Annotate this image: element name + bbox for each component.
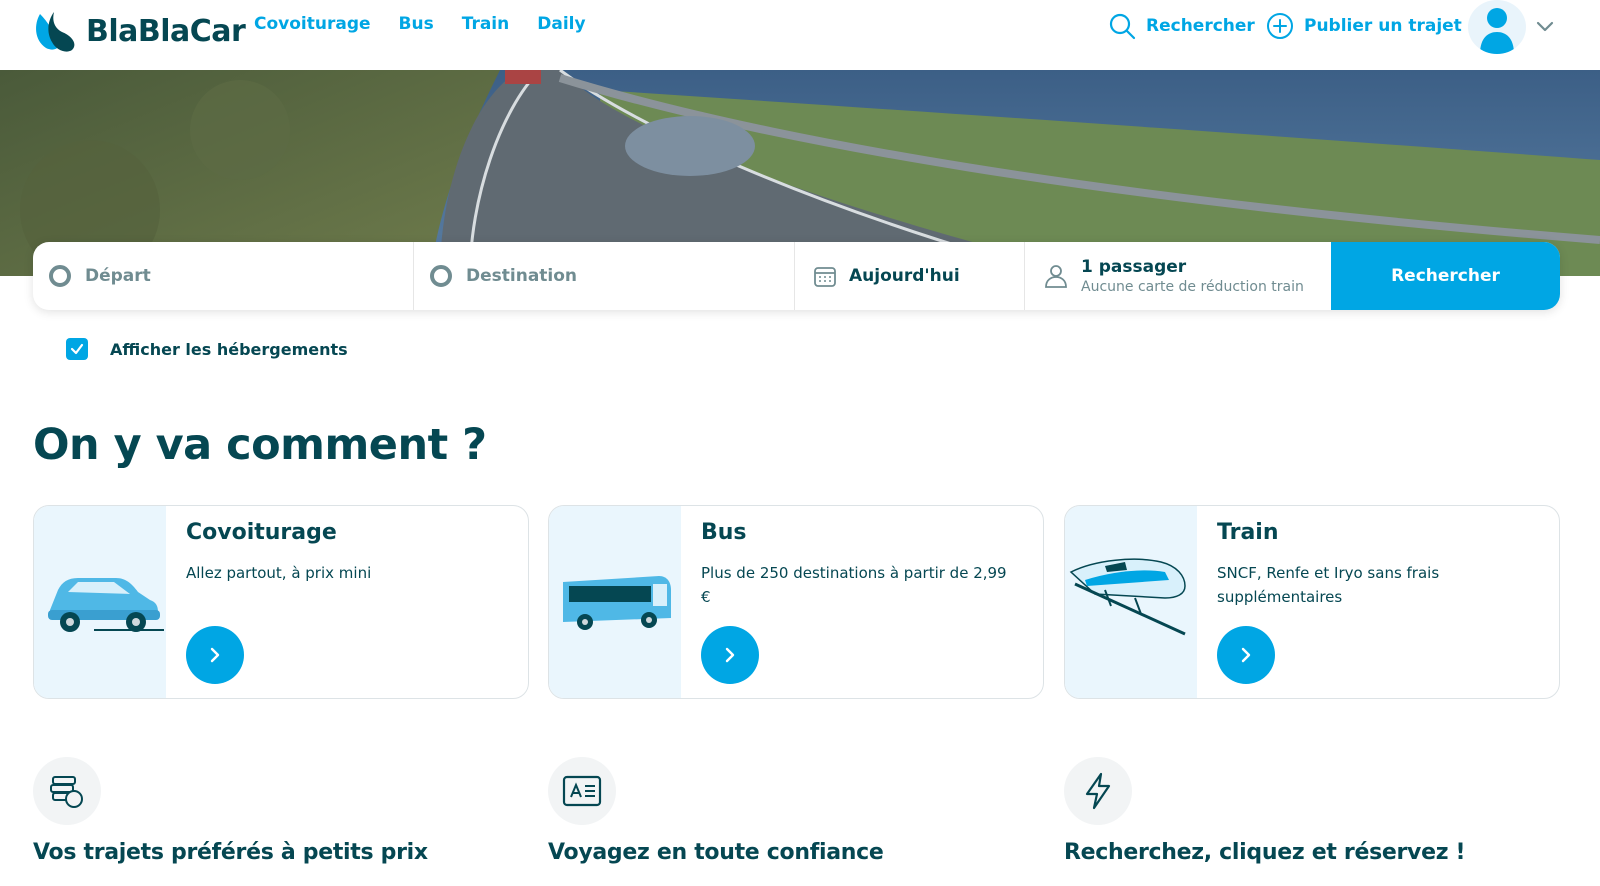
page-title: On y va comment ? xyxy=(33,420,487,470)
lodging-checkbox[interactable] xyxy=(66,338,88,360)
logo[interactable]: BlaBlaCar xyxy=(32,6,246,56)
nav-train[interactable]: Train xyxy=(462,14,510,34)
chevron-right-icon xyxy=(1241,647,1251,663)
show-lodging-toggle[interactable]: Afficher les hébergements xyxy=(66,338,348,360)
card-arrow-button[interactable] xyxy=(701,626,759,684)
card-arrow-button[interactable] xyxy=(186,626,244,684)
passenger-field[interactable]: 1 passager Aucune carte de réduction tra… xyxy=(1025,242,1331,310)
departure-input[interactable]: Départ xyxy=(85,266,151,286)
card-arrow-button[interactable] xyxy=(1217,626,1275,684)
lightning-icon xyxy=(1085,772,1111,810)
card-bus[interactable]: Bus Plus de 250 destinations à partir de… xyxy=(548,505,1044,699)
feature-title: Recherchez, cliquez et réservez ! xyxy=(1064,840,1466,865)
train-icon xyxy=(1069,558,1186,636)
header-search-label: Rechercher xyxy=(1146,16,1255,36)
date-field[interactable]: Aujourd'hui xyxy=(795,242,1025,310)
blablacar-logo-icon xyxy=(36,12,75,52)
destination-ring-icon xyxy=(430,265,452,287)
nav-covoiturage[interactable]: Covoiturage xyxy=(254,14,371,34)
date-value: Aujourd'hui xyxy=(849,266,960,286)
calendar-icon xyxy=(814,267,836,287)
card-image xyxy=(549,506,681,698)
search-bar: Départ Destination Aujourd'hui 1 passage… xyxy=(33,242,1560,310)
card-image xyxy=(1065,506,1197,698)
car-icon xyxy=(48,578,164,632)
card-description: SNCF, Renfe et Iryo sans frais supplémen… xyxy=(1217,564,1440,606)
passenger-count: 1 passager xyxy=(1081,257,1187,277)
destination-input[interactable]: Destination xyxy=(466,266,577,286)
publish-ride-label: Publier un trajet xyxy=(1304,16,1462,36)
lodging-label: Afficher les hébergements xyxy=(110,339,348,359)
brand-name: BlaBlaCar xyxy=(86,13,246,49)
feature-icon-wrap xyxy=(548,757,616,825)
departure-field[interactable]: Départ xyxy=(33,242,414,310)
avatar[interactable] xyxy=(1468,0,1526,54)
destination-field[interactable]: Destination xyxy=(414,242,795,310)
header: BlaBlaCar Covoiturage Bus Train Daily Re… xyxy=(0,0,1600,70)
check-icon xyxy=(70,343,84,355)
chevron-right-icon xyxy=(210,647,220,663)
feature-icon-wrap xyxy=(33,757,101,825)
card-train[interactable]: Train SNCF, Renfe et Iryo sans frais sup… xyxy=(1064,505,1560,699)
nav-daily[interactable]: Daily xyxy=(537,14,585,34)
header-search-button[interactable]: Rechercher xyxy=(1108,12,1255,40)
card-title: Covoiturage xyxy=(186,520,337,545)
departure-ring-icon xyxy=(49,265,71,287)
card-description: Plus de 250 destinations à partir de 2,9… xyxy=(701,564,1007,606)
user-avatar-icon xyxy=(1480,8,1514,54)
main-nav: Covoiturage Bus Train Daily xyxy=(254,14,586,34)
search-submit-button[interactable]: Rechercher xyxy=(1331,242,1560,310)
person-icon xyxy=(1045,265,1067,288)
id-card-icon xyxy=(562,775,602,807)
coins-icon xyxy=(50,776,83,808)
publish-ride-button[interactable]: Publier un trajet xyxy=(1266,12,1462,40)
card-image xyxy=(34,506,166,698)
chevron-right-icon xyxy=(725,647,735,663)
search-icon xyxy=(1109,13,1136,40)
card-title: Train xyxy=(1217,520,1279,545)
feature-title: Vos trajets préférés à petits prix xyxy=(33,840,428,865)
feature-icon-wrap xyxy=(1064,757,1132,825)
bus-icon xyxy=(563,576,671,630)
card-description: Allez partout, à prix mini xyxy=(186,564,372,582)
plus-circle-icon xyxy=(1267,13,1293,39)
card-title: Bus xyxy=(701,520,747,545)
feature-title: Voyagez en toute confiance xyxy=(548,840,884,865)
passenger-info: 1 passager Aucune carte de réduction tra… xyxy=(1081,257,1304,295)
chevron-down-icon[interactable] xyxy=(1535,16,1555,36)
card-covoiturage[interactable]: Covoiturage Allez partout, à prix mini xyxy=(33,505,529,699)
nav-bus[interactable]: Bus xyxy=(399,14,434,34)
passenger-discount: Aucune carte de réduction train xyxy=(1081,279,1304,295)
